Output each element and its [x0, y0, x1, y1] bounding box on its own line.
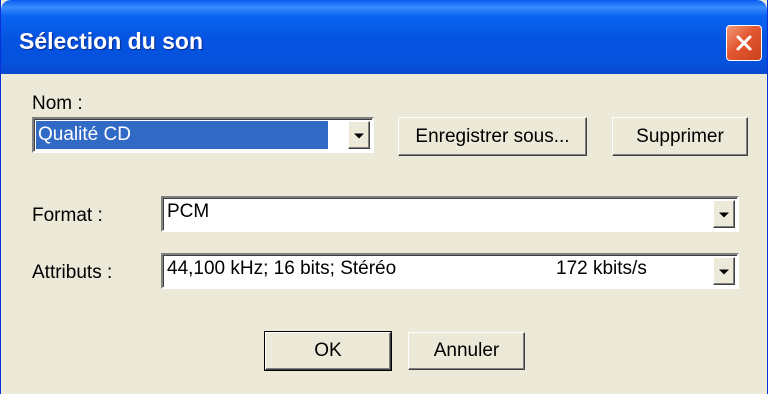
title-bar[interactable]: Sélection du son — [1, 0, 767, 74]
bitrate-value: 172 kbits/s — [556, 258, 647, 279]
attributes-combo[interactable]: 44,100 kHz; 16 bits; Stéréo 172 kbits/s — [161, 253, 739, 289]
sound-selection-dialog: Sélection du son Nom : Qualité CD Enregi… — [0, 0, 768, 394]
name-value: Qualité CD — [36, 121, 328, 149]
chevron-down-icon — [354, 133, 364, 139]
close-icon — [736, 35, 752, 51]
ok-button[interactable]: OK — [264, 331, 392, 371]
chevron-down-icon — [719, 212, 729, 218]
chevron-down-icon — [719, 269, 729, 275]
attributes-dropdown-button[interactable] — [713, 257, 735, 285]
save-as-button[interactable]: Enregistrer sous... — [398, 117, 587, 156]
attributes-value: 44,100 kHz; 16 bits; Stéréo — [167, 258, 397, 279]
name-dropdown-button[interactable] — [348, 121, 370, 149]
close-button[interactable] — [726, 25, 762, 61]
name-combo[interactable]: Qualité CD — [32, 117, 374, 153]
format-combo[interactable]: PCM — [161, 196, 739, 232]
name-label: Nom : — [32, 93, 83, 114]
dialog-title: Sélection du son — [19, 28, 204, 54]
delete-button[interactable]: Supprimer — [612, 117, 748, 156]
format-value: PCM — [167, 201, 210, 222]
cancel-button[interactable]: Annuler — [408, 332, 525, 370]
format-dropdown-button[interactable] — [713, 200, 735, 228]
format-label: Format : — [32, 205, 103, 226]
attributes-label: Attributs : — [32, 262, 113, 283]
